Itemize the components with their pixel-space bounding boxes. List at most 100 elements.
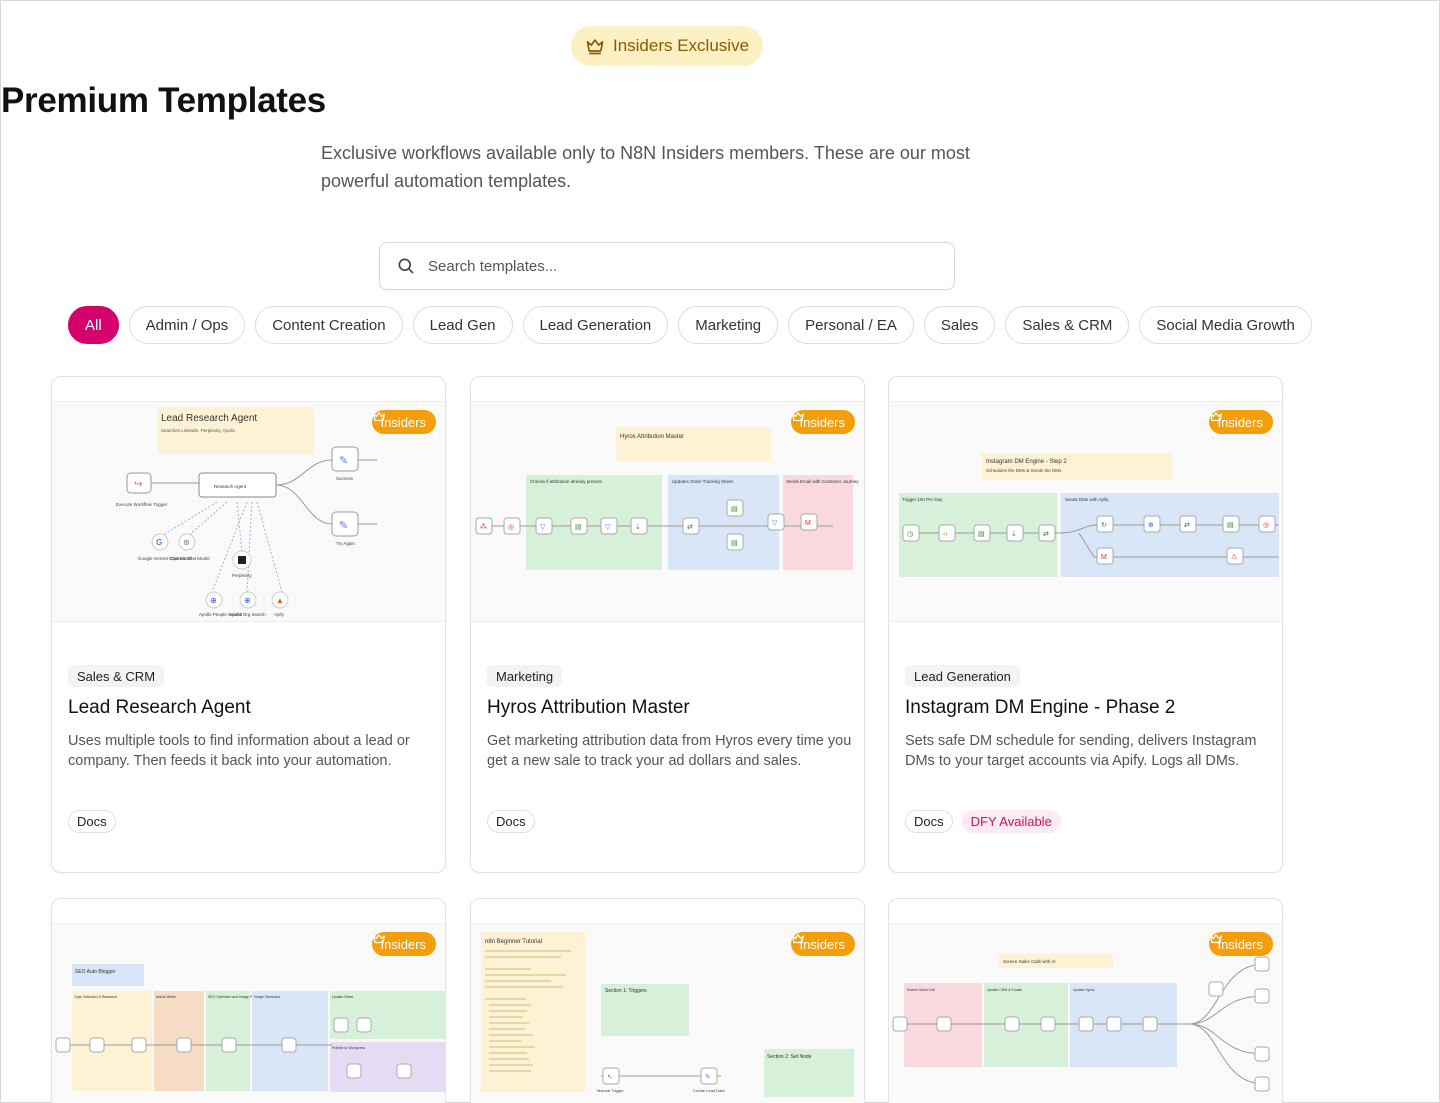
svg-text:Update Hyros: Update Hyros [1073, 988, 1095, 992]
svg-text:↖: ↖ [607, 1074, 613, 1081]
svg-text:⊕: ⊕ [210, 596, 217, 605]
svg-text:⇄: ⇄ [687, 524, 693, 531]
svg-text:‹›: ‹› [943, 531, 948, 538]
docs-tag[interactable]: Docs [68, 810, 116, 833]
svg-text:Screen Sales Call: Screen Sales Call [907, 988, 935, 992]
crown-icon [792, 934, 805, 944]
svg-text:⊕: ⊕ [244, 596, 251, 605]
insiders-badge: Insiders [791, 410, 855, 434]
insiders-badge: Insiders [372, 410, 436, 434]
svg-text:Trigger 100 Per Day: Trigger 100 Per Day [902, 497, 943, 502]
card-tags: Docs [68, 810, 116, 833]
page-title: Premium Templates [1, 81, 326, 120]
template-card[interactable]: SEO Auto Blogger Topic Selection & Resea… [51, 898, 446, 1103]
svg-text:▤: ▤ [575, 524, 582, 531]
search-input[interactable] [428, 257, 908, 275]
svg-text:Apify: Apify [274, 612, 285, 617]
crown-icon [586, 39, 604, 55]
svg-text:Research Agent: Research Agent [214, 484, 247, 489]
template-card[interactable]: Screen Sales Calls with AI Screen Sales … [888, 898, 1283, 1103]
svg-text:◎: ◎ [1263, 522, 1269, 529]
template-card[interactable]: n8n Beginner Tutorial Section 1: Trigger… [470, 898, 865, 1103]
svg-text:Searches LinkedIn, Perplexity,: Searches LinkedIn, Perplexity, Apollo [161, 428, 235, 433]
svg-text:M: M [805, 520, 811, 527]
filter-social-media-growth[interactable]: Social Media Growth [1139, 306, 1312, 344]
svg-text:▤: ▤ [731, 540, 738, 547]
filter-lead-generation[interactable]: Lead Generation [522, 306, 669, 344]
filter-content-creation[interactable]: Content Creation [255, 306, 403, 344]
docs-tag[interactable]: Docs [905, 810, 953, 833]
svg-text:Success: Success [336, 476, 354, 481]
svg-text:▽: ▽ [772, 520, 778, 527]
svg-text:⊛: ⊛ [183, 538, 190, 547]
svg-text:Updates Order Tracking Sheet: Updates Order Tracking Sheet [672, 479, 734, 484]
svg-text:Section 2: Set Node: Section 2: Set Node [767, 1054, 812, 1060]
svg-text:▤: ▤ [731, 506, 738, 513]
svg-text:▽: ▽ [605, 524, 611, 531]
svg-text:Update CRM & Emails: Update CRM & Emails [987, 988, 1022, 992]
insiders-badge: Insiders [1209, 410, 1273, 434]
crown-icon [373, 934, 386, 944]
card-description: Get marketing attribution data from Hyro… [487, 733, 852, 769]
template-card[interactable]: Lead Research Agent Searches LinkedIn, P… [51, 376, 446, 873]
svg-text:⇄: ⇄ [1043, 531, 1049, 538]
template-card[interactable]: Hyros Attribution Master Checks if attri… [470, 376, 865, 873]
filter-lead-gen[interactable]: Lead Gen [412, 306, 513, 344]
insiders-exclusive-badge: Insiders Exclusive [571, 26, 763, 66]
svg-text:Topic Selection & Research: Topic Selection & Research [74, 995, 117, 999]
workflow-preview: Hyros Attribution Master Checks if attri… [471, 401, 864, 622]
card-description: Sets safe DM schedule for sending, deliv… [905, 733, 1257, 769]
filter-personal-ea[interactable]: Personal / EA [788, 306, 914, 344]
crown-icon [373, 412, 386, 422]
workflow-diagram: Hyros Attribution Master Checks if attri… [475, 427, 859, 570]
card-tags: Docs [487, 810, 535, 833]
svg-text:Create Lead Data: Create Lead Data [693, 1088, 725, 1093]
preview-note-title: Lead Research Agent [161, 413, 257, 424]
svg-text:OpenAI Chat Model: OpenAI Chat Model [170, 556, 210, 561]
filter-marketing[interactable]: Marketing [678, 306, 779, 344]
preview-note-title: Instagram DM Engine - Step 2 [986, 459, 1067, 465]
filter-all[interactable]: All [68, 306, 119, 344]
svg-text:Schedules the DMs & Sends the: Schedules the DMs & Sends the DMs [986, 468, 1062, 473]
svg-text:⇣: ⇣ [635, 524, 641, 531]
search-icon [398, 258, 414, 274]
svg-text:Try Again: Try Again [336, 541, 355, 546]
svg-text:Manual Trigger: Manual Trigger [597, 1088, 624, 1093]
card-title: Instagram DM Engine - Phase 2 [905, 697, 1176, 718]
insiders-badge: Insiders [1209, 932, 1273, 956]
svg-text:↪: ↪ [134, 479, 142, 490]
crown-icon [792, 412, 805, 422]
svg-text:Sends DMs with Apify: Sends DMs with Apify [1065, 497, 1109, 502]
svg-text:✎: ✎ [339, 520, 348, 532]
workflow-preview: Lead Research Agent Searches LinkedIn, P… [52, 401, 445, 622]
dfy-available-tag[interactable]: DFY Available [961, 810, 1061, 833]
svg-text:Section 1: Triggers: Section 1: Triggers [605, 988, 647, 994]
svg-text:Image Generator: Image Generator [254, 995, 281, 999]
svg-text:▤: ▤ [1227, 522, 1234, 529]
preview-note-title: SEO Auto Blogger [75, 969, 116, 975]
svg-text:⇣: ⇣ [1011, 531, 1017, 538]
svg-text:▲: ▲ [276, 596, 284, 605]
filter-sales-crm[interactable]: Sales & CRM [1005, 306, 1130, 344]
category-label: Sales & CRM [68, 665, 165, 687]
crown-icon [1210, 412, 1223, 422]
docs-tag[interactable]: Docs [487, 810, 535, 833]
crown-icon [1210, 934, 1223, 944]
svg-text:✎: ✎ [705, 1074, 711, 1081]
template-card[interactable]: Instagram DM Engine - Step 2 Schedules t… [888, 376, 1283, 873]
svg-text:G: G [156, 538, 162, 547]
filter-admin-ops[interactable]: Admin / Ops [128, 306, 246, 344]
card-description: Uses multiple tools to find information … [68, 733, 410, 769]
search-box[interactable] [379, 242, 955, 290]
category-label: Marketing [487, 665, 563, 687]
svg-text:▤: ▤ [978, 531, 985, 538]
filter-sales[interactable]: Sales [923, 306, 996, 344]
svg-text:⊕: ⊕ [1148, 522, 1154, 529]
preview-note-title: n8n Beginner Tutorial [485, 939, 542, 945]
workflow-preview: Instagram DM Engine - Step 2 Schedules t… [889, 401, 1282, 622]
insiders-badge: Insiders [791, 932, 855, 956]
category-filters: All Admin / Ops Content Creation Lead Ge… [68, 306, 1312, 344]
svg-text:Execute Workflow Trigger: Execute Workflow Trigger [116, 502, 168, 507]
preview-note-title: Screen Sales Calls with AI [1003, 959, 1056, 964]
svg-text:◎: ◎ [508, 524, 514, 531]
